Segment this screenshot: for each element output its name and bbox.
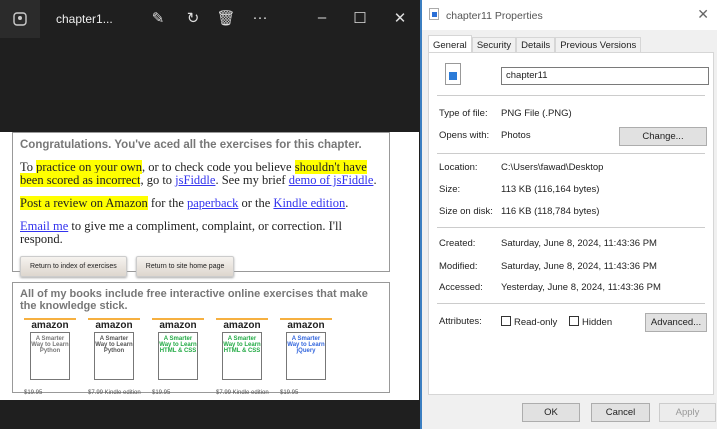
file-type: PNG File (.PNG) — [501, 108, 572, 119]
label: Modified: — [439, 261, 478, 272]
properties-dialog: chapter11 Properties ✕ General Security D… — [420, 0, 717, 429]
rotate-icon[interactable]: ↻ — [183, 9, 203, 27]
general-panel: chapter11 Type of file: PNG File (.PNG) O… — [428, 52, 714, 395]
book-ad: amazon A Smarter Way to Learn Python $7.99… — [88, 318, 141, 396]
displayed-image: Congratulations. You've aced all the exe… — [0, 132, 419, 400]
readonly-checkbox[interactable]: Read-only — [501, 316, 557, 328]
text: , or to check code you believe — [142, 160, 295, 174]
book-price: $19.95 — [152, 390, 171, 396]
text: . See my brief — [215, 173, 289, 187]
apply-button[interactable]: Apply — [659, 403, 716, 422]
photos-app-icon[interactable] — [0, 0, 40, 38]
kindle-link: Kindle edition — [273, 196, 346, 210]
dialog-title: chapter11 Properties — [446, 10, 543, 22]
png-file-icon — [445, 63, 461, 85]
title-bar: chapter1... ✎ ↻ 🗑 ··· – ☐ ✕ — [0, 0, 420, 38]
hidden-checkbox[interactable]: Hidden — [569, 316, 612, 328]
close-button[interactable]: ✕ — [697, 6, 709, 23]
return-index-button: Return to index of exercises — [20, 256, 127, 277]
text: To — [20, 160, 37, 174]
book-price: $7.99 Kindle edition — [88, 390, 141, 396]
edit-image-icon[interactable]: ✎ — [148, 9, 168, 27]
amazon-logo: amazon — [223, 320, 261, 331]
book-cover: A Smarter Way to Learn HTML & CSS — [222, 332, 262, 380]
close-button[interactable]: ✕ — [390, 9, 410, 27]
text: . — [373, 173, 377, 187]
amazon-logo: amazon — [31, 320, 69, 331]
label: Opens with: — [439, 130, 490, 141]
book-cover: A Smarter Way to Learn jQuery — [286, 332, 326, 380]
book-ad: amazon A Smarter Way to Learn jQuery $19.9… — [280, 318, 332, 396]
photos-app-window: chapter1... ✎ ↻ 🗑 ··· – ☐ ✕ Congratulati… — [0, 0, 420, 429]
maximize-button[interactable]: ☐ — [350, 9, 370, 27]
label: Size: — [439, 184, 461, 195]
jsfiddle-link: jsFiddle — [175, 173, 216, 187]
congrats-heading: Congratulations. You've aced all the exe… — [20, 139, 362, 151]
highlight: Post a review on Amazon — [20, 196, 148, 210]
text: to give me a compliment, complaint, or c… — [20, 219, 342, 246]
email-link: Email me — [20, 219, 69, 233]
books-box: All of my books include free interactive… — [12, 282, 390, 396]
label: Location: — [439, 162, 478, 173]
delete-icon[interactable]: 🗑 — [216, 9, 236, 27]
advanced-button[interactable]: Advanced... — [645, 313, 707, 332]
label: Type of file: — [439, 108, 488, 119]
readonly-label: Read-only — [514, 317, 558, 328]
amazon-logo: amazon — [95, 320, 133, 331]
created: Saturday, June 8, 2024, 11:43:36 PM — [501, 238, 657, 249]
label: Created: — [439, 238, 476, 249]
more-icon[interactable]: ··· — [250, 9, 270, 26]
amazon-logo: amazon — [287, 320, 325, 331]
congrats-box: Congratulations. You've aced all the exe… — [12, 132, 390, 277]
label: Size on disk: — [439, 206, 493, 217]
hidden-label: Hidden — [582, 317, 613, 328]
file-title: chapter1... — [56, 12, 113, 26]
minimize-button[interactable]: – — [312, 9, 332, 26]
label: Accessed: — [439, 282, 483, 293]
practice-paragraph: To practice on your own, or to check cod… — [20, 160, 382, 187]
return-home-button: Return to site home page — [135, 256, 235, 277]
location: C:\Users\fawad\Desktop — [501, 162, 604, 173]
book-price: $7.99 Kindle edition — [216, 390, 269, 396]
cancel-button[interactable]: Cancel — [591, 403, 650, 422]
book-price: $19.95 — [24, 390, 43, 396]
paperback-link: paperback — [187, 196, 239, 210]
ok-button[interactable]: OK — [522, 403, 580, 422]
text: . — [345, 196, 349, 210]
amazon-logo: amazon — [159, 320, 197, 331]
modified: Saturday, June 8, 2024, 11:43:36 PM — [501, 261, 657, 272]
text: , go to — [140, 173, 176, 187]
dialog-title-bar: chapter11 Properties ✕ — [422, 0, 717, 30]
text: or the — [238, 196, 274, 210]
book-ad: amazon A Smarter Way to Learn HTML & CSS $… — [216, 318, 269, 396]
text: for the — [147, 196, 187, 210]
highlight: practice on your own — [36, 160, 143, 174]
email-paragraph: Email me to give me a compliment, compla… — [20, 220, 382, 246]
demo-link: demo of jsFiddle — [288, 173, 374, 187]
accessed: Yesterday, June 8, 2024, 11:43:36 PM — [501, 282, 661, 293]
filename-input[interactable]: chapter11 — [501, 67, 709, 85]
file-icon — [429, 8, 439, 20]
book-ad: amazon A Smarter Way to Learn Python $19.9… — [24, 318, 76, 396]
change-button[interactable]: Change... — [619, 127, 707, 146]
book-cover: A Smarter Way to Learn Python — [30, 332, 70, 380]
books-heading: All of my books include free interactive… — [20, 288, 368, 312]
label: Attributes: — [439, 316, 482, 327]
book-cover: A Smarter Way to Learn HTML & CSS — [158, 332, 198, 380]
book-ad: amazon A Smarter Way to Learn HTML & CSS $… — [152, 318, 204, 396]
review-paragraph: Post a review on Amazon for the paperbac… — [20, 196, 382, 210]
opens-with: Photos — [501, 130, 531, 141]
size-on-disk: 116 KB (118,784 bytes) — [501, 206, 600, 217]
book-cover: A Smarter Way to Learn Python — [94, 332, 134, 380]
size: 113 KB (116,164 bytes) — [501, 184, 600, 195]
book-price: $19.95 — [280, 390, 299, 396]
